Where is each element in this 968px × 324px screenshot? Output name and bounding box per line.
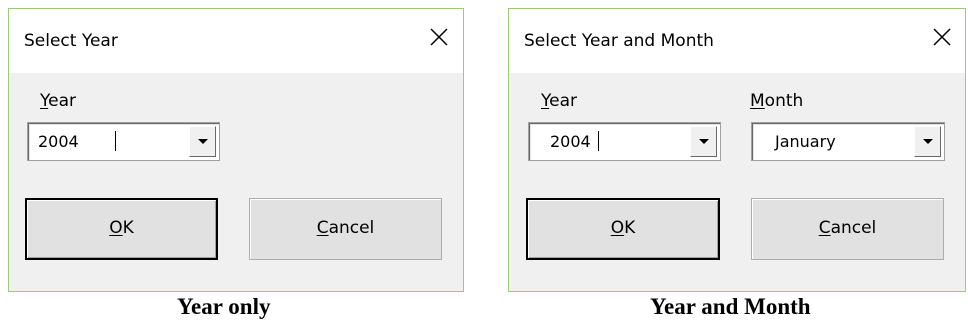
chevron-down-icon (699, 139, 709, 144)
year-dropdown-button[interactable] (690, 126, 717, 157)
close-icon[interactable] (930, 25, 954, 49)
year-combobox[interactable]: 2004 (528, 122, 721, 161)
month-combobox-value[interactable]: January (775, 132, 836, 151)
month-label: Month (750, 91, 804, 111)
chevron-down-icon (198, 139, 208, 144)
caption-year-and-month: Year and Month (650, 294, 811, 319)
dialog-title: Select Year and Month (524, 31, 714, 51)
cancel-button[interactable]: Cancel (751, 198, 944, 260)
cancel-button[interactable]: Cancel (249, 198, 442, 260)
year-label: Year (40, 91, 77, 111)
year-combobox-value[interactable]: 2004 (550, 132, 591, 151)
ok-button[interactable]: OK (25, 198, 218, 260)
select-year-dialog: Select Year Year 2004 OK Cancel (8, 8, 464, 292)
year-combobox-value[interactable]: 2004 (38, 132, 79, 151)
title-bar: Select Year and Month (509, 9, 965, 73)
title-bar: Select Year (9, 9, 463, 73)
caption-year-only: Year only (177, 294, 271, 319)
dialog-title: Select Year (24, 31, 118, 51)
month-dropdown-button[interactable] (914, 126, 941, 157)
text-cursor (115, 131, 116, 151)
year-dropdown-button[interactable] (189, 126, 216, 157)
text-cursor (598, 131, 599, 151)
close-icon[interactable] (427, 25, 451, 49)
chevron-down-icon (923, 139, 933, 144)
year-label: Year (541, 91, 578, 111)
year-combobox[interactable]: 2004 (27, 122, 220, 161)
select-year-month-dialog: Select Year and Month Year 2004 Month Ja… (508, 8, 966, 292)
month-combobox[interactable]: January (751, 122, 945, 161)
ok-button[interactable]: OK (526, 198, 720, 260)
